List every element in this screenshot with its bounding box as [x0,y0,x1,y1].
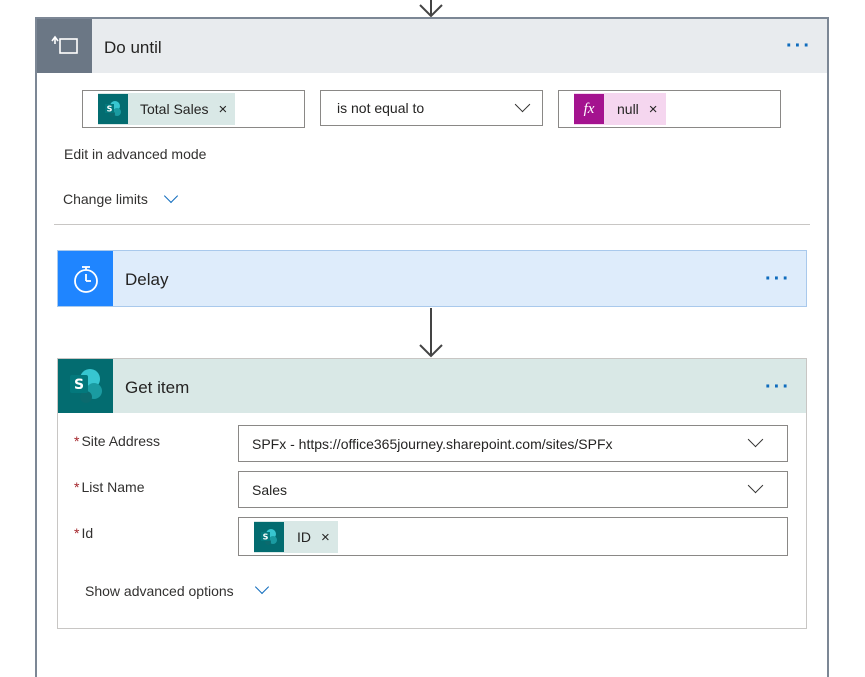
required-marker: * [74,525,80,541]
total-sales-token-label: Total Sales [140,101,209,117]
divider [54,224,810,225]
fx-icon: fx [574,94,604,124]
id-token-label: ID [297,529,311,545]
site-address-dropdown[interactable]: SPFx - https://office365journey.sharepoi… [238,425,788,462]
sharepoint-icon: S [254,522,284,552]
connector-arrow [419,308,443,358]
id-label: * Id [74,525,93,541]
connector-arrow-top [419,0,443,18]
list-name-label: * List Name [74,479,144,495]
svg-text:S: S [73,377,83,393]
show-advanced-options-link[interactable]: Show advanced options [85,583,234,599]
remove-token-icon[interactable]: × [218,101,227,118]
change-limits-link[interactable]: Change limits [63,191,148,207]
list-name-label-text: List Name [81,479,145,495]
svg-text:S: S [107,105,113,114]
svg-text:S: S [263,533,269,542]
sharepoint-icon: S [98,94,128,124]
site-address-label: * Site Address [74,433,160,449]
condition-left-field[interactable]: S Total Sales × [82,90,305,128]
do-until-icon [37,19,92,73]
chevron-down-icon [747,431,764,448]
id-field[interactable]: S ID × [238,517,788,556]
get-item-menu-button[interactable]: ··· [765,377,791,397]
required-marker: * [74,433,80,449]
site-address-value: SPFx - https://office365journey.sharepoi… [252,436,613,452]
remove-token-icon[interactable]: × [321,529,330,546]
get-item-title: Get item [125,378,190,397]
condition-right-field[interactable]: fx null × [558,90,781,128]
null-token-label: null [617,101,639,117]
total-sales-token[interactable]: S Total Sales × [98,93,236,125]
id-label-text: Id [81,525,94,541]
stopwatch-icon [73,265,98,293]
sharepoint-logo: S [69,369,102,403]
remove-token-icon[interactable]: × [649,101,658,118]
site-address-label-text: Site Address [81,433,161,449]
delay-title: Delay [125,270,169,289]
id-token[interactable]: S ID × [254,521,338,553]
list-name-value: Sales [252,482,288,498]
operator-dropdown[interactable]: is not equal to [320,90,543,126]
operator-value: is not equal to [337,100,425,116]
list-name-dropdown[interactable]: Sales [238,471,788,508]
delay-menu-button[interactable]: ··· [765,269,791,289]
do-until-menu-button[interactable]: ··· [786,36,812,56]
loop-icon [50,35,78,54]
required-marker: * [74,479,80,495]
delay-icon [58,251,113,306]
do-until-title: Do until [104,38,162,57]
null-expression-token[interactable]: fx null × [574,93,666,125]
delay-action-card[interactable] [57,250,807,307]
chevron-down-icon [747,477,764,494]
sharepoint-icon: S [58,359,113,413]
chevron-down-icon [514,96,531,113]
edit-advanced-mode-link[interactable]: Edit in advanced mode [64,146,206,162]
